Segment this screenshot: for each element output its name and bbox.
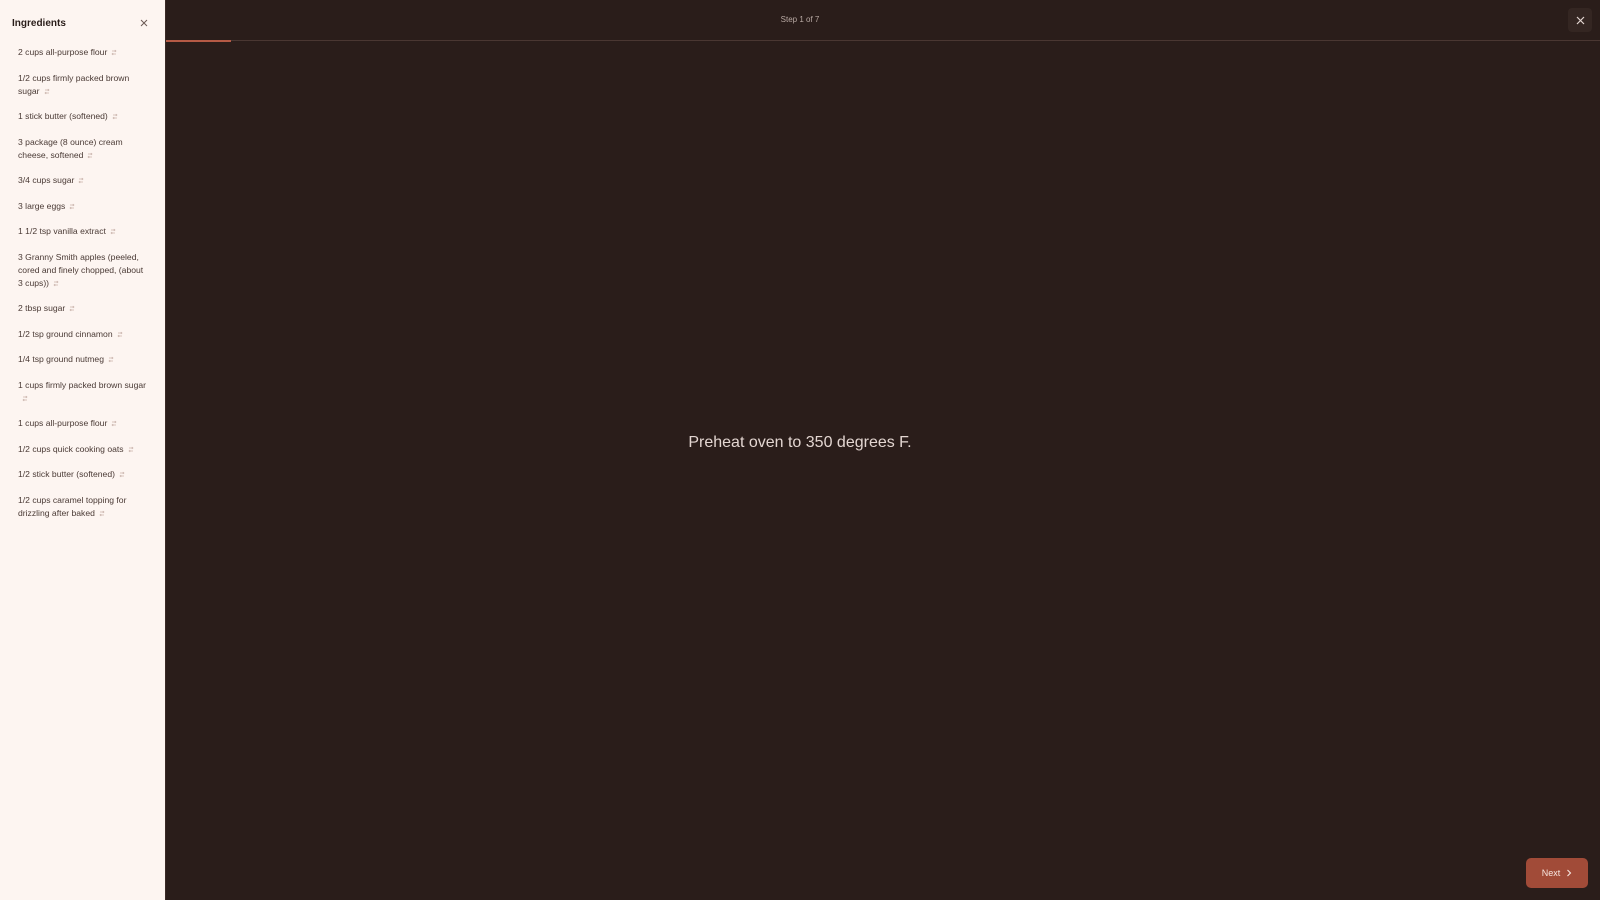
ingredient-item[interactable]: 3 large eggs — [18, 200, 147, 213]
swap-icon — [69, 203, 75, 210]
ingredient-item[interactable]: 1 cups all-purpose flour — [18, 417, 147, 430]
next-button-label: Next — [1541, 868, 1561, 878]
sidebar-header: Ingredients — [0, 0, 165, 46]
ingredient-label: 1 cups firmly packed brown sugar — [18, 379, 147, 390]
swap-icon — [43, 88, 50, 95]
swap-icon — [108, 356, 114, 363]
swap-icon — [111, 49, 117, 56]
swap-icon — [99, 510, 105, 517]
swap-icon — [119, 471, 125, 478]
step-counter: Step 1 of 7 — [780, 15, 820, 24]
ingredients-sidebar: Ingredients 2 cups all-purpose flour 1/2 … — [0, 0, 166, 900]
top-bar: Step 1 of 7 — [166, 0, 1600, 42]
swap-icon — [112, 113, 118, 120]
sidebar-close-button[interactable] — [137, 16, 151, 30]
swap-icon — [128, 446, 134, 453]
chevron-right-icon — [1567, 869, 1572, 877]
ingredient-label: 1/2 tsp ground cinnamon — [18, 328, 113, 339]
ingredient-item[interactable]: 1 stick butter (softened) — [18, 110, 147, 123]
ingredient-label: 3 Granny Smith apples (peeled, cored and… — [18, 251, 144, 288]
step-instruction: Preheat oven to 350 degrees F. — [688, 434, 912, 451]
ingredient-item[interactable]: 3/4 cups sugar — [18, 174, 147, 187]
ingredient-list: 2 cups all-purpose flour 1/2 cups firmly … — [0, 46, 165, 520]
swap-icon — [117, 331, 123, 338]
ingredient-label: 1 stick butter (softened) — [18, 111, 108, 121]
sidebar-title: Ingredients — [12, 17, 66, 29]
swap-icon — [22, 395, 28, 402]
exit-button[interactable] — [1568, 8, 1592, 32]
swap-icon — [69, 305, 75, 312]
ingredient-item[interactable]: 3 Granny Smith apples (peeled, cored and… — [18, 251, 147, 290]
swap-icon — [53, 280, 59, 287]
ingredient-label: 3 package (8 ounce) cream cheese, soften… — [18, 136, 123, 160]
ingredient-item[interactable]: 1 1/2 tsp vanilla extract — [18, 225, 147, 238]
close-icon — [1576, 16, 1584, 24]
ingredient-label: 2 cups all-purpose flour — [18, 47, 108, 57]
ingredient-item[interactable]: 1/2 tsp ground cinnamon — [18, 328, 147, 341]
ingredient-label: 1/2 cups firmly packed brown sugar — [18, 72, 130, 96]
ingredient-item[interactable]: 1/2 stick butter (softened) — [18, 468, 147, 481]
ingredient-label: 1/2 cups quick cooking oats — [18, 443, 124, 454]
ingredient-item[interactable]: 1/2 cups caramel topping for drizzling a… — [18, 494, 147, 520]
ingredient-item[interactable]: 2 tbsp sugar — [18, 302, 147, 315]
ingredient-item[interactable]: 1 cups firmly packed brown sugar — [18, 379, 147, 405]
ingredient-label: 3 large eggs — [18, 200, 66, 211]
ingredient-item[interactable]: 1/4 tsp ground nutmeg — [18, 353, 147, 366]
next-button[interactable]: Next — [1526, 858, 1588, 888]
progress-bar — [166, 40, 231, 42]
ingredient-label: 2 tbsp sugar — [18, 303, 66, 313]
cook-mode-main: Step 1 of 7 Preheat oven to 350 degrees … — [166, 0, 1600, 900]
ingredient-label: 3/4 cups sugar — [18, 175, 75, 185]
swap-icon — [110, 228, 116, 235]
ingredient-label: 1 1/2 tsp vanilla extract — [18, 226, 106, 236]
ingredient-item[interactable]: 2 cups all-purpose flour — [18, 46, 147, 59]
swap-icon — [78, 177, 84, 184]
swap-icon — [111, 420, 117, 427]
ingredient-label: 1/2 stick butter (softened) — [18, 469, 115, 479]
close-icon — [140, 19, 148, 27]
ingredient-label: 1 cups all-purpose flour — [18, 418, 108, 428]
ingredient-item[interactable]: 1/2 cups firmly packed brown sugar — [18, 72, 147, 98]
ingredient-item[interactable]: 1/2 cups quick cooking oats — [18, 443, 147, 456]
ingredient-label: 1/4 tsp ground nutmeg — [18, 354, 104, 364]
ingredient-label: 1/2 cups caramel topping for drizzling a… — [18, 494, 127, 518]
swap-icon — [87, 152, 94, 159]
ingredient-item[interactable]: 3 package (8 ounce) cream cheese, soften… — [18, 136, 147, 162]
